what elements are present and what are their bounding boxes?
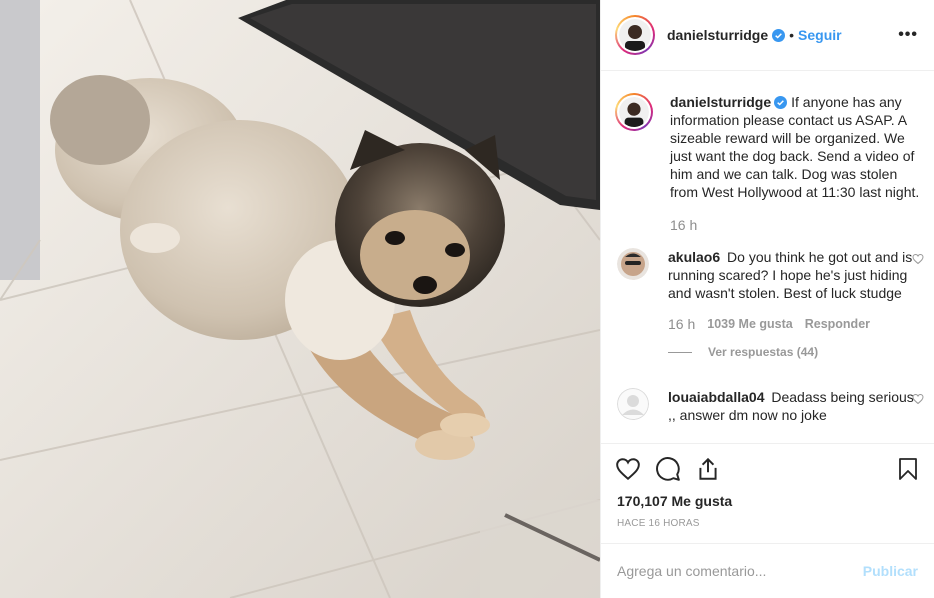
author-avatar-image <box>619 19 651 51</box>
reply-button[interactable]: Responder <box>805 315 870 333</box>
post-timestamp[interactable]: HACE 16 HORAS <box>601 509 934 543</box>
dog-photo-illustration <box>0 0 600 598</box>
comment-username[interactable]: louaiabdalla04 <box>668 389 764 405</box>
caption-comment: danielsturridge If anyone has any informa… <box>615 93 924 234</box>
comment-body: louaiabdalla04 Deadass being serious ,, … <box>668 388 924 424</box>
comment-body: akulao6 Do you think he got out and is r… <box>668 248 924 361</box>
comment-icon[interactable] <box>655 456 681 482</box>
comment-username[interactable]: akulao6 <box>668 249 720 265</box>
post-actions <box>601 443 934 493</box>
author-avatar[interactable] <box>615 15 655 55</box>
comment-item: louaiabdalla04 Deadass being serious ,, … <box>615 388 924 424</box>
post-photo[interactable] <box>0 0 600 598</box>
comment-like-count[interactable]: 1039 Me gusta <box>707 315 792 333</box>
replies-divider <box>668 351 692 353</box>
share-icon[interactable] <box>695 456 721 482</box>
comment-item: akulao6 Do you think he got out and is r… <box>615 248 924 361</box>
commenter-avatar[interactable] <box>617 388 649 420</box>
commenter-avatar-image <box>617 248 649 280</box>
separator-dot: • <box>789 27 795 43</box>
verified-badge-icon <box>774 96 788 109</box>
view-replies-button[interactable]: Ver respuestas (44) <box>668 343 924 361</box>
comment-like-heart-icon[interactable] <box>912 253 924 265</box>
post-like-count[interactable]: 170,107 Me gusta <box>601 493 934 509</box>
more-icon[interactable]: ••• <box>898 26 918 44</box>
default-avatar-icon <box>617 388 649 420</box>
comment-timestamp[interactable]: 16 h <box>668 315 695 333</box>
caption-timestamp[interactable]: 16 h <box>670 216 697 234</box>
caption-author-avatar[interactable] <box>615 93 653 131</box>
comment-like-heart-icon[interactable] <box>912 393 924 405</box>
publish-button[interactable]: Publicar <box>863 563 918 579</box>
commenter-avatar[interactable] <box>617 248 649 280</box>
post-side-panel: danielsturridge • Seguir ••• danielsturr… <box>600 0 934 598</box>
comments-list[interactable]: danielsturridge If anyone has any informa… <box>601 71 934 443</box>
caption-body: danielsturridge If anyone has any informa… <box>670 93 924 234</box>
add-comment-bar: Publicar <box>601 543 934 598</box>
author-username[interactable]: danielsturridge <box>667 27 768 43</box>
instagram-post-view: danielsturridge • Seguir ••• danielsturr… <box>0 0 934 598</box>
heart-icon[interactable] <box>615 456 641 482</box>
follow-button[interactable]: Seguir <box>798 27 842 43</box>
view-replies-label: Ver respuestas (44) <box>708 345 819 359</box>
post-header: danielsturridge • Seguir ••• <box>601 0 934 71</box>
caption-username[interactable]: danielsturridge <box>670 94 771 110</box>
comment-input[interactable] <box>617 563 863 579</box>
verified-badge-icon <box>772 28 786 42</box>
bookmark-icon[interactable] <box>896 456 920 482</box>
caption-author-avatar-image <box>619 97 649 127</box>
